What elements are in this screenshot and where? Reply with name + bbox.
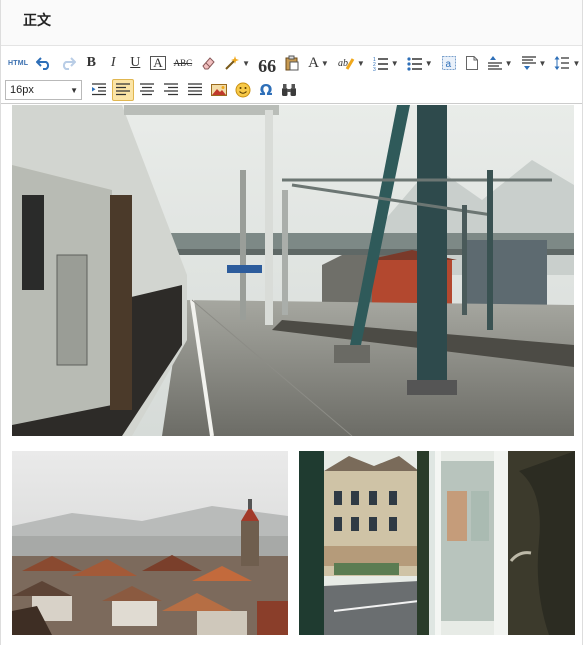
- align-right-icon: [164, 83, 178, 96]
- paste-plain-button[interactable]: [281, 52, 303, 74]
- eraser-icon: [202, 57, 215, 70]
- chevron-down-icon: ▼: [538, 58, 547, 68]
- highlight-button[interactable]: ab ▼: [334, 52, 368, 74]
- html-icon: HTML: [8, 59, 29, 67]
- line-height-button[interactable]: ▼: [551, 52, 583, 74]
- font-border-button[interactable]: A: [147, 52, 168, 74]
- italic-button[interactable]: I: [103, 52, 123, 74]
- chevron-down-icon: ▼: [424, 58, 433, 68]
- font-size-select[interactable]: 16px ▼: [5, 80, 82, 100]
- emoticon-icon: [235, 82, 251, 98]
- unordered-list-button[interactable]: ▼: [404, 52, 436, 74]
- blank-doc-icon: [465, 56, 478, 70]
- image-icon: [211, 84, 227, 96]
- ordered-list-button[interactable]: 123 ▼: [370, 52, 402, 74]
- photo-window-street: [299, 451, 575, 635]
- bold-icon: B: [86, 55, 96, 70]
- font-size-value: 16px: [10, 84, 34, 96]
- insert-image-button[interactable]: [208, 79, 230, 101]
- toolbar-row-1: HTML B I U A ABC ▼ 66 A ▼ ab ▼ 1 2 3 ▼ ▼…: [5, 51, 583, 76]
- font-color-button[interactable]: A ▼: [305, 52, 332, 74]
- chevron-down-icon: ▼: [356, 58, 365, 68]
- redo-icon: [63, 57, 77, 70]
- chevron-down-icon: ▼: [242, 58, 251, 68]
- align-left-icon: [116, 83, 130, 96]
- editor-panel: 正文 HTML B I U A ABC ▼ 66 A ▼ ab ▼ 1 2 3 …: [0, 0, 583, 645]
- undo-icon: [36, 57, 50, 70]
- editor-toolbar: HTML B I U A ABC ▼ 66 A ▼ ab ▼ 1 2 3 ▼ ▼…: [1, 48, 582, 104]
- indent-button[interactable]: [88, 79, 110, 101]
- strikethrough-icon: ABC: [173, 58, 193, 68]
- highlight-icon: ab: [338, 58, 355, 70]
- paragraph-spacing-bottom-button[interactable]: ▼: [518, 52, 550, 74]
- photo-train-platform: [12, 105, 574, 436]
- indent-icon: [92, 83, 106, 96]
- italic-icon: I: [110, 55, 116, 70]
- magic-wand-icon: [225, 56, 240, 70]
- align-center-button[interactable]: [136, 79, 158, 101]
- svg-text:3: 3: [373, 67, 376, 71]
- page-title: 正文: [23, 13, 51, 29]
- align-right-button[interactable]: [160, 79, 182, 101]
- row-spacing-top-icon: [487, 56, 502, 70]
- svg-text:a: a: [445, 59, 451, 70]
- paragraph-spacing-top-button[interactable]: ▼: [484, 52, 516, 74]
- blockquote-button[interactable]: 66: [255, 52, 279, 76]
- chevron-down-icon: ▼: [504, 58, 513, 68]
- align-left-button[interactable]: [112, 79, 134, 101]
- select-all-icon: a: [441, 56, 456, 70]
- bold-button[interactable]: B: [81, 52, 101, 74]
- align-center-icon: [140, 83, 154, 96]
- eraser-button[interactable]: [197, 52, 219, 74]
- ordered-list-icon: 123: [373, 57, 388, 71]
- underline-icon: U: [130, 55, 141, 70]
- line-height-icon: [554, 56, 570, 70]
- editor-header: 正文: [1, 0, 582, 46]
- chevron-down-icon: ▼: [320, 58, 329, 68]
- clear-doc-button[interactable]: [462, 52, 482, 74]
- format-painter-button[interactable]: ▼: [221, 52, 253, 74]
- editor-content-area[interactable]: [1, 105, 582, 645]
- chevron-down-icon: ▼: [390, 58, 399, 68]
- html-source-button[interactable]: HTML: [5, 52, 31, 74]
- strikethrough-button[interactable]: ABC: [171, 52, 196, 74]
- photo-city-rooftops: [12, 451, 288, 635]
- search-replace-button[interactable]: [278, 79, 300, 101]
- emoticon-button[interactable]: [232, 79, 254, 101]
- special-chars-button[interactable]: Ω: [256, 79, 276, 101]
- row-spacing-bottom-icon: [521, 56, 536, 70]
- chevron-down-icon: ▼: [70, 85, 78, 95]
- undo-button[interactable]: [33, 52, 55, 74]
- underline-button[interactable]: U: [125, 52, 145, 74]
- omega-icon: Ω: [259, 81, 273, 99]
- binoculars-icon: [282, 84, 296, 96]
- select-all-button[interactable]: a: [438, 52, 460, 74]
- font-border-icon: A: [150, 56, 166, 70]
- chevron-down-icon: ▼: [572, 58, 581, 68]
- align-justify-icon: [188, 83, 202, 96]
- font-color-icon: A: [308, 54, 319, 71]
- paste-icon: [285, 55, 299, 71]
- align-justify-button[interactable]: [184, 79, 206, 101]
- quote-icon: 66: [258, 56, 277, 76]
- toolbar-row-2: 16px ▼ Ω: [5, 78, 302, 102]
- unordered-list-icon: [407, 57, 422, 71]
- redo-button[interactable]: [57, 52, 79, 74]
